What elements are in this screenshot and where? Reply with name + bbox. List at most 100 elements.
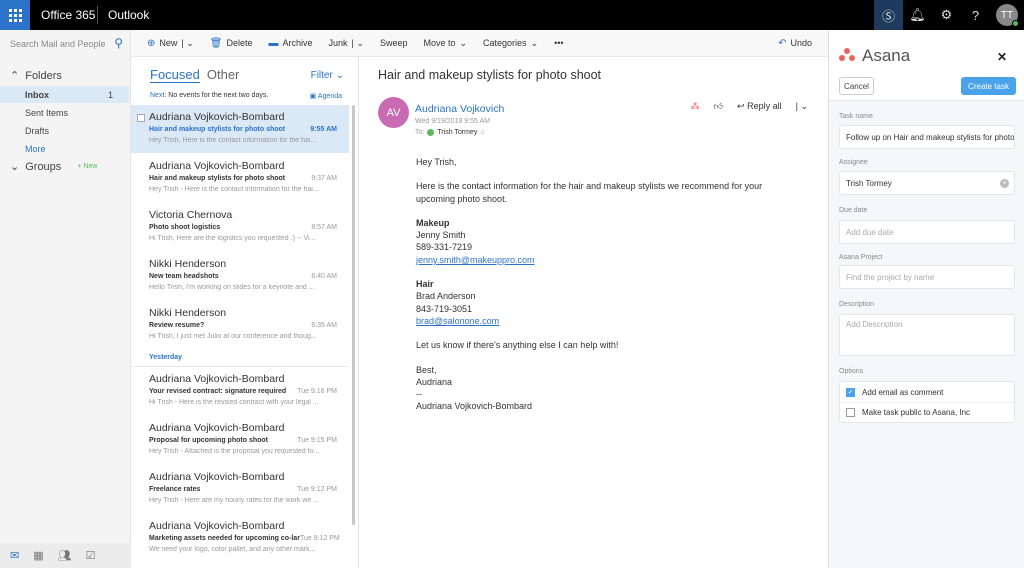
tab-focused[interactable]: Focused [150, 67, 200, 83]
chevron-down-icon[interactable]: | ⌄ [352, 38, 364, 49]
new-button[interactable]: ⊕ New | ⌄ [147, 38, 194, 49]
select-checkbox[interactable] [137, 114, 145, 122]
checkbox-unchecked[interactable] [846, 408, 855, 417]
mail-icon[interactable]: ✉ [10, 549, 19, 562]
nav-item-label: Drafts [25, 125, 50, 136]
message-sender: Victoria Chernova [149, 209, 233, 221]
notifications-button[interactable]: 🔔︎ [903, 0, 932, 30]
folders-toggle[interactable]: ⌃ Folders [10, 69, 62, 83]
filter-button[interactable]: Filter ⌄ [311, 70, 344, 81]
message-sender: Audriana Vojkovich-Bombard [149, 422, 285, 434]
groups-toggle[interactable]: ⌄ Groups + New [10, 160, 97, 174]
message-time: 8:57 AM [311, 224, 337, 231]
search-icon[interactable]: ⚲ [114, 36, 123, 50]
close-icon[interactable]: ✕ [997, 50, 1007, 64]
section-header-yesterday: Yesterday [149, 354, 183, 361]
junk-button[interactable]: Junk | ⌄ [329, 38, 364, 49]
nav-item-sent[interactable]: Sent Items [0, 104, 129, 121]
due-date-input[interactable]: Add due date [839, 220, 1015, 244]
assignee-input[interactable]: Trish Tormey × [839, 171, 1015, 195]
brand-name[interactable]: Office 365 [41, 8, 95, 22]
hair-phone: 843-719-3051 [416, 303, 473, 314]
nav-item-drafts[interactable]: Drafts [0, 122, 129, 139]
app-launcher-button[interactable] [0, 0, 30, 30]
option-add-email-comment[interactable]: ✓ Add email as comment [840, 382, 1014, 402]
undo-button[interactable]: ↶ Undo [778, 38, 812, 49]
task-name-input[interactable]: Follow up on Hair and makeup stylists fo… [839, 125, 1015, 149]
message-time: 9:55 AM [310, 126, 337, 133]
project-label: Asana Project [839, 254, 883, 261]
message-preview: Hey Trish - Attached is the proposal you… [149, 448, 320, 455]
user-avatar[interactable]: TT [990, 0, 1024, 30]
message-sender: Audriana Vojkovich-Bombard [149, 520, 285, 532]
checkbox-checked[interactable]: ✓ [846, 387, 855, 397]
left-nav: Search Mail and People ⚲ ⌃ Folders Inbox… [0, 30, 131, 568]
reading-pane: Hair and makeup stylists for photo shoot… [360, 57, 828, 568]
list-item[interactable]: Audriana Vojkovich-Bombard Marketing ass… [131, 514, 349, 562]
sender-name[interactable]: Audriana Vojkovich [415, 103, 504, 115]
list-item[interactable]: Audriana Vojkovich-Bombard Hair and make… [131, 105, 349, 153]
help-button[interactable]: ? [961, 0, 990, 30]
move-to-label: Move to [423, 38, 456, 48]
sender-avatar[interactable]: AV [378, 97, 409, 128]
makeup-email-link[interactable]: jenny.smith@makeuppro.com [416, 255, 535, 265]
message-preview: Hi Trish, Here are the logistics you req… [149, 235, 316, 242]
tab-other[interactable]: Other [207, 67, 240, 83]
message-preview: Hi Trish - Here is the revised contract … [149, 399, 319, 406]
chevron-down-icon[interactable]: | ⌄ [181, 38, 193, 49]
message-sender: Audriana Vojkovich-Bombard [149, 373, 285, 385]
hair-email-link[interactable]: brad@salonone.com [416, 316, 499, 326]
sweep-button[interactable]: Sweep [380, 38, 408, 48]
message-subject: New team headshots [149, 273, 219, 280]
description-input[interactable]: Add Description [839, 314, 1015, 356]
like-icon[interactable]: 👍︎ [714, 101, 723, 112]
new-group-button[interactable]: + New [77, 163, 97, 170]
asana-addin-button[interactable]: ⁂ [691, 101, 700, 112]
people-icon[interactable]: 👥︎ [58, 549, 72, 562]
app-name[interactable]: Outlook [108, 8, 149, 22]
settings-button[interactable]: ⚙ [932, 0, 961, 30]
message-list-scrollbar[interactable] [352, 105, 355, 525]
move-to-button[interactable]: Move to ⌄ [423, 38, 467, 49]
project-input[interactable]: Find the project by name [839, 265, 1015, 289]
calendar-icon[interactable]: ▦ [33, 549, 43, 562]
recipient-name[interactable]: Trish Tormey [437, 129, 477, 136]
nav-item-inbox[interactable]: Inbox 1 [0, 86, 129, 103]
reply-all-button[interactable]: ↩ Reply all [737, 101, 782, 112]
tasks-icon[interactable]: ☑ [86, 549, 96, 562]
agenda-button[interactable]: ▣ Agenda [310, 92, 342, 100]
more-actions-button[interactable]: ••• [554, 38, 563, 48]
presence-icon [1012, 20, 1019, 27]
skype-button[interactable]: Ⓢ [874, 0, 903, 30]
archive-button[interactable]: ▬ Archive [269, 38, 313, 49]
filter-label: Filter [310, 70, 333, 81]
nav-item-label: Sent Items [25, 107, 69, 118]
nav-more-link[interactable]: More [0, 140, 129, 157]
nav-item-label: Inbox [25, 89, 49, 100]
divider [97, 6, 98, 24]
search-input[interactable]: Search Mail and People ⚲ [0, 30, 131, 58]
categories-button[interactable]: Categories ⌄ [483, 38, 538, 49]
body-greeting: Hey Trish, [416, 157, 457, 167]
cancel-button[interactable]: Cancel [839, 77, 874, 95]
body-intro: Here is the contact information for the … [416, 181, 763, 204]
list-item[interactable]: Audriana Vojkovich-Bombard Freelance rat… [131, 465, 349, 513]
list-item[interactable]: Audriana Vojkovich-Bombard Hair and make… [131, 154, 349, 202]
list-item[interactable]: Nikki Henderson Review resume? 6:35 AM Hi… [131, 301, 349, 349]
list-item[interactable]: Audriana Vojkovich-Bombard Proposal for … [131, 416, 349, 464]
body-closing: Let us know if there's anything else I c… [416, 340, 619, 351]
delete-button[interactable]: 🗑︎ Delete [210, 38, 253, 49]
makeup-phone: 589-331-7219 [416, 242, 473, 253]
list-item[interactable]: Victoria Chernova Photo shoot logistics 8… [131, 203, 349, 251]
unread-count: 1 [107, 89, 113, 100]
module-switcher: ✉ ▦ 👥︎ ☑ [0, 543, 131, 568]
option-make-public[interactable]: Make task public to Asana, Inc [840, 402, 1014, 422]
create-task-button[interactable]: Create task [961, 77, 1016, 95]
assignee-label: Assignee [839, 159, 868, 166]
list-item[interactable]: Nikki Henderson New team headshots 6:40 A… [131, 252, 349, 300]
hair-heading: Hair [416, 279, 434, 290]
folders-label: Folders [25, 69, 62, 82]
list-item[interactable]: Audriana Vojkovich-Bombard Your revised … [131, 367, 349, 415]
reply-options-chevron-icon[interactable]: | ⌄ [796, 101, 808, 112]
clear-icon[interactable]: × [1000, 179, 1009, 188]
